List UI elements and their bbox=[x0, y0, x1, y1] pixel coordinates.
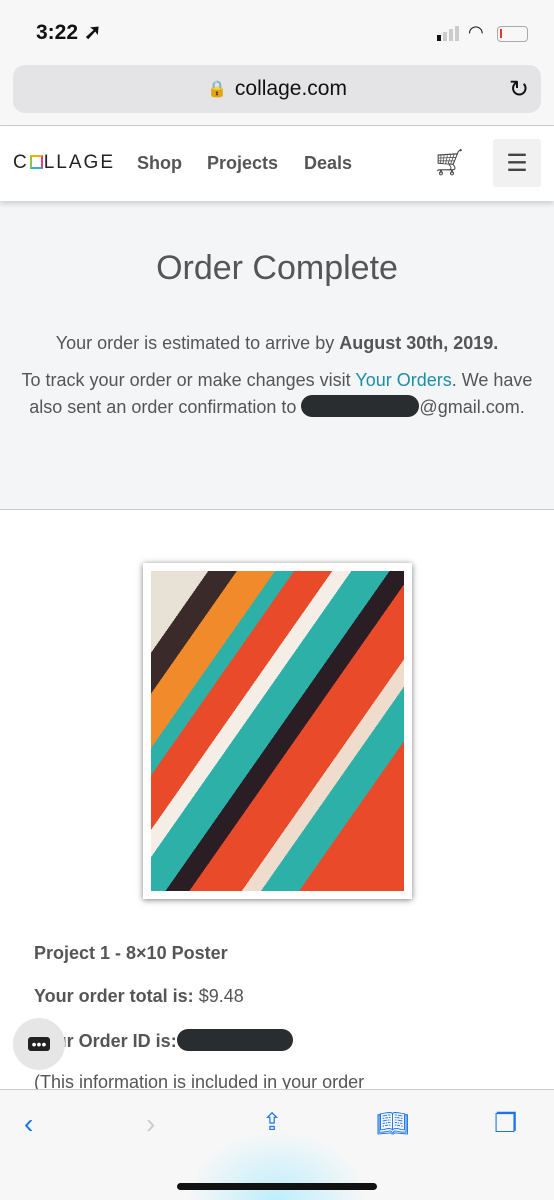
account-icon: ☰ bbox=[506, 149, 528, 177]
account-button[interactable]: ☰ bbox=[493, 139, 541, 187]
browser-bar: 🔒 collage.com ↻ bbox=[0, 60, 554, 126]
location-arrow-icon: ➚ bbox=[83, 21, 102, 44]
lock-icon: 🔒 bbox=[207, 81, 227, 98]
tabs-icon[interactable]: ❐ bbox=[494, 1108, 517, 1139]
cart-icon[interactable]: 🛒︎ bbox=[433, 147, 466, 178]
order-complete-section: Order Complete Your order is estimated t… bbox=[0, 201, 554, 510]
chat-icon: ••• bbox=[27, 1037, 51, 1051]
url-text: collage.com bbox=[234, 77, 347, 100]
nav-deals[interactable]: Deals bbox=[304, 153, 352, 174]
wifi-icon: ◠ bbox=[468, 22, 484, 42]
status-bar: 3:22 ➚ ◠ bbox=[0, 0, 554, 60]
poster-artwork bbox=[151, 571, 404, 891]
bookmarks-icon[interactable]: 📖︎ bbox=[376, 1108, 409, 1139]
share-icon[interactable]: ⇪ bbox=[262, 1108, 282, 1137]
arrival-text: Your order is estimated to arrive by Aug… bbox=[55, 333, 499, 353]
nav-projects[interactable]: Projects bbox=[207, 153, 278, 174]
order-total: Your order total is: $9.48 bbox=[34, 986, 244, 1006]
project-title: Project 1 - 8×10 Poster bbox=[34, 943, 228, 963]
url-field[interactable]: 🔒 collage.com ↻ bbox=[13, 65, 541, 113]
collage-logo[interactable]: C LLAGE bbox=[13, 152, 115, 174]
browser-toolbar: ‹ › ⇪ 📖︎ ❐ bbox=[0, 1089, 554, 1200]
poster-preview bbox=[143, 563, 412, 899]
chat-button[interactable]: ••• bbox=[13, 1018, 65, 1070]
tracking-text: To track your order or make changes visi… bbox=[21, 370, 533, 417]
nav-shop[interactable]: Shop bbox=[137, 153, 182, 174]
your-orders-link[interactable]: Your Orders bbox=[355, 370, 451, 390]
redacted-email bbox=[301, 395, 420, 417]
back-icon[interactable]: ‹ bbox=[24, 1108, 33, 1140]
battery-icon bbox=[497, 26, 528, 42]
home-indicator bbox=[177, 1183, 377, 1190]
order-id: Your Order ID is: bbox=[34, 1029, 293, 1052]
redacted-order-id bbox=[176, 1029, 293, 1051]
clock: 3:22 ➚ bbox=[36, 21, 102, 44]
page-title: Order Complete bbox=[156, 249, 398, 287]
reload-icon[interactable]: ↻ bbox=[509, 75, 529, 104]
signal-icon bbox=[437, 26, 459, 41]
forward-icon[interactable]: › bbox=[146, 1108, 155, 1140]
site-nav: C LLAGE Shop Projects Deals 🛒︎ ☰ bbox=[0, 127, 554, 201]
